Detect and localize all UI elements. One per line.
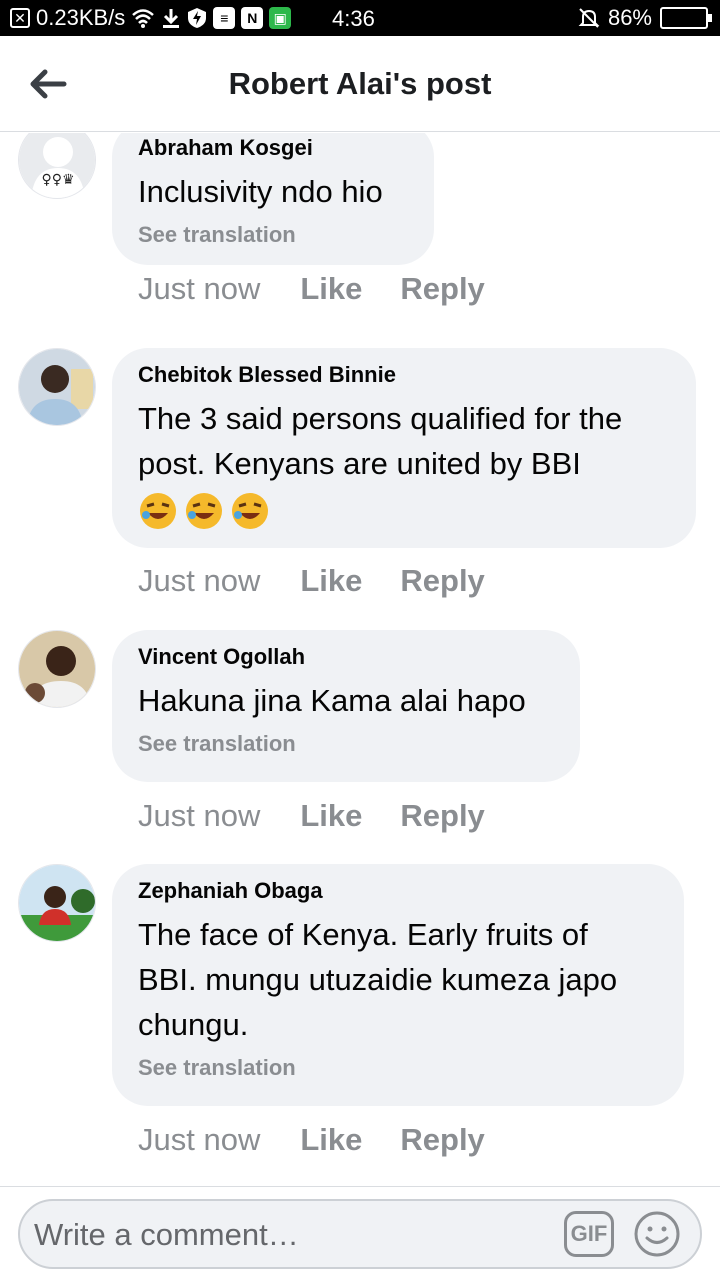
status-bar: ✕ 0.23KB/s ≡ N ▣ 4:36 86% <box>0 0 720 36</box>
reply-button[interactable]: Reply <box>400 271 484 307</box>
shield-bolt-icon <box>187 6 207 30</box>
like-button[interactable]: Like <box>300 798 362 834</box>
svg-text:♀♀♛: ♀♀♛ <box>41 172 74 188</box>
avatar[interactable] <box>18 348 96 426</box>
comment-author[interactable]: Zephaniah Obaga <box>138 878 658 904</box>
top-header: Robert Alai's post <box>0 36 720 132</box>
gif-button[interactable]: GIF <box>564 1211 614 1257</box>
comment-time: Just now <box>138 563 261 598</box>
see-translation-link[interactable]: See translation <box>138 1055 658 1081</box>
download-icon <box>161 6 181 30</box>
comment-text-line: post. Kenyans are united by BBI <box>138 446 581 481</box>
comment-input[interactable] <box>34 1215 554 1255</box>
comment-time: Just now <box>138 1122 261 1157</box>
battery-percent: 86% <box>607 5 652 30</box>
comment-actions: Just now Like Reply <box>138 563 523 599</box>
avatar[interactable] <box>18 630 96 708</box>
see-translation-link[interactable]: See translation <box>138 222 408 248</box>
comment-bubble[interactable]: Abraham Kosgei Inclusivity ndo hio See t… <box>112 133 434 265</box>
document-icon: ≡ <box>213 6 236 30</box>
comments-list[interactable]: ♀♀♛ Abraham Kosgei Inclusivity ndo hio S… <box>0 133 720 1185</box>
comment-author[interactable]: Vincent Ogollah <box>138 644 554 670</box>
avatar[interactable] <box>18 864 96 942</box>
comment-bubble[interactable]: Zephaniah Obaga The face of Kenya. Early… <box>112 864 684 1106</box>
battery-icon <box>660 7 712 29</box>
composer-box[interactable]: GIF <box>18 1199 702 1269</box>
mute-bell-icon <box>578 6 600 30</box>
comment-bubble[interactable]: Vincent Ogollah Hakuna jina Kama alai ha… <box>112 630 580 782</box>
smiley-icon <box>634 1211 680 1257</box>
comment-author[interactable]: Abraham Kosgei <box>138 135 408 161</box>
comment-time: Just now <box>138 271 261 306</box>
emoji-row <box>138 486 670 531</box>
comment-bubble[interactable]: Chebitok Blessed Binnie The 3 said perso… <box>112 348 696 548</box>
comment-text-line: chungu. <box>138 1007 249 1042</box>
avatar[interactable]: ♀♀♛ <box>18 133 96 199</box>
laughing-emoji-icon <box>140 492 176 529</box>
n-app-icon: N <box>241 6 264 30</box>
comment-actions: Just now Like Reply <box>138 798 523 834</box>
laughing-emoji-icon <box>186 492 222 529</box>
see-translation-link[interactable]: See translation <box>138 731 554 757</box>
reply-button[interactable]: Reply <box>400 563 484 599</box>
android-icon: ▣ <box>269 6 292 30</box>
like-button[interactable]: Like <box>300 563 362 599</box>
page-title: Robert Alai's post <box>228 66 492 101</box>
reply-button[interactable]: Reply <box>400 798 484 834</box>
wifi-icon <box>131 6 155 30</box>
comment-text-line: BBI. mungu utuzaidie kumeza japo <box>138 962 618 997</box>
comment-actions: Just now Like Reply <box>138 1122 523 1158</box>
clock: 4:36 <box>332 6 375 31</box>
notification-x-icon: ✕ <box>10 6 30 30</box>
comment-actions: Just now Like Reply <box>138 271 523 307</box>
comment-time: Just now <box>138 798 261 833</box>
comment-text-line: The 3 said persons qualified for the <box>138 401 623 436</box>
like-button[interactable]: Like <box>300 1122 362 1158</box>
emoji-button[interactable] <box>632 1209 682 1259</box>
comment-author[interactable]: Chebitok Blessed Binnie <box>138 362 670 388</box>
comment-text: Inclusivity ndo hio <box>138 174 383 209</box>
like-button[interactable]: Like <box>300 271 362 307</box>
comment-text: Hakuna jina Kama alai hapo <box>138 683 526 718</box>
comment-text-line: The face of Kenya. Early fruits of <box>138 917 588 952</box>
reply-button[interactable]: Reply <box>400 1122 484 1158</box>
comment-composer: GIF <box>0 1186 720 1280</box>
laughing-emoji-icon <box>232 492 268 529</box>
net-speed: 0.23KB/s <box>36 5 126 30</box>
